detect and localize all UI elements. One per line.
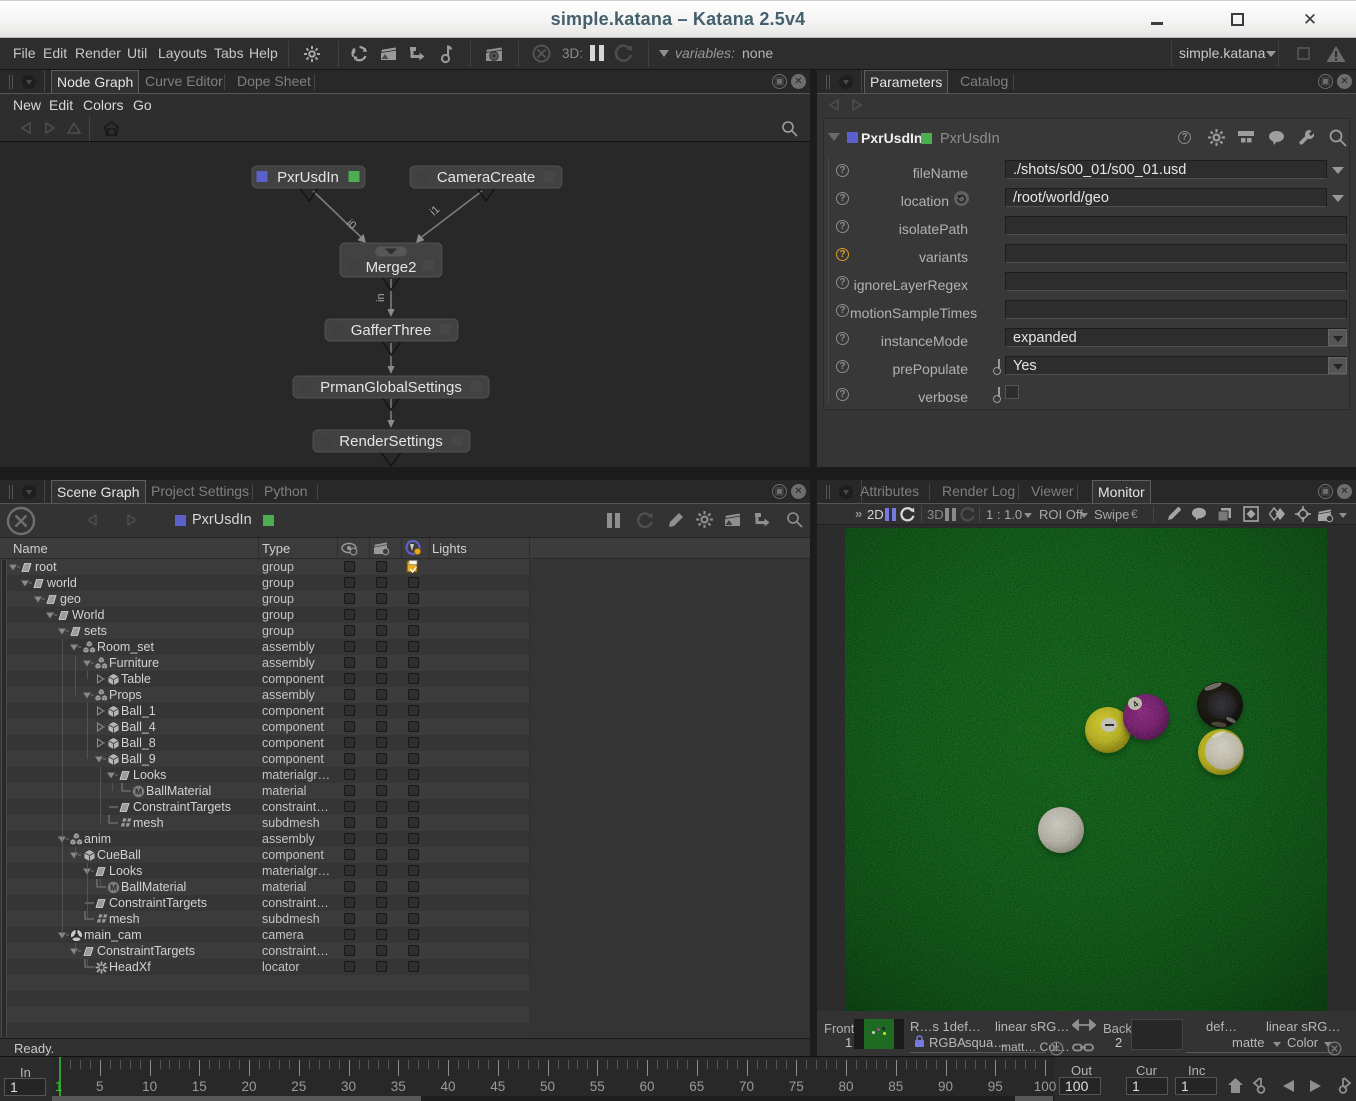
- svg-text:in: in: [375, 293, 387, 302]
- svg-text:M: M: [110, 882, 117, 892]
- svg-text:i1: i1: [428, 204, 442, 219]
- svg-text:i0: i0: [344, 217, 358, 232]
- svg-text:Merge2: Merge2: [366, 259, 417, 276]
- svg-text:M: M: [135, 786, 142, 796]
- svg-text:CameraCreate: CameraCreate: [437, 169, 535, 186]
- svg-text:PxrUsdIn: PxrUsdIn: [277, 169, 339, 186]
- svg-text:RenderSettings: RenderSettings: [339, 433, 442, 450]
- svg-text:PrmanGlobalSettings: PrmanGlobalSettings: [320, 379, 462, 396]
- svg-text:GafferThree: GafferThree: [351, 322, 432, 339]
